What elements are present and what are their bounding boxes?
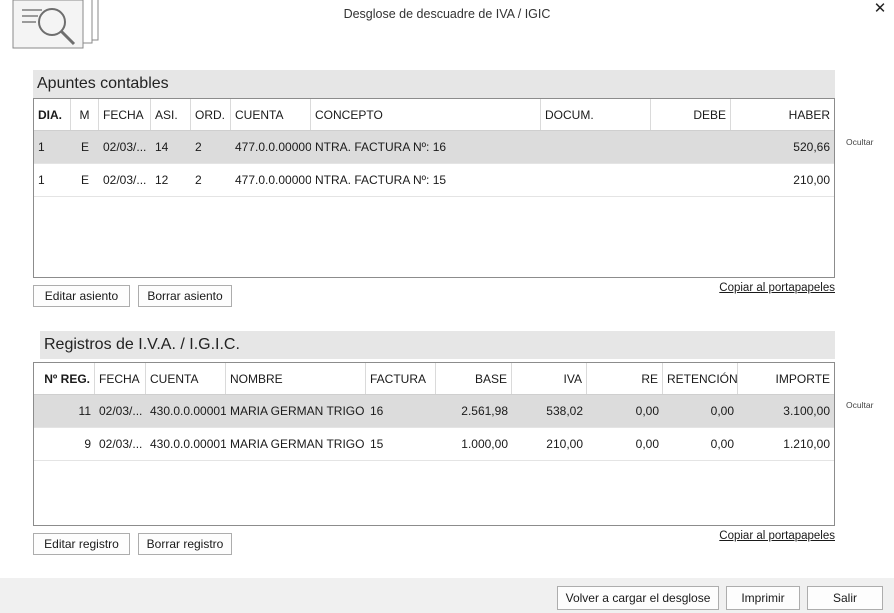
cell-retencion: 0,00 (710, 437, 734, 451)
cell-importe: 1.210,00 (783, 437, 830, 451)
cell-asi: 14 (155, 140, 169, 154)
cell-fecha: 02/03/... (103, 140, 147, 154)
apuntes-section-title: Apuntes contables (33, 70, 835, 98)
cell-retencion: 0,00 (710, 404, 734, 418)
cell-base: 1.000,00 (461, 437, 508, 451)
col-docum[interactable]: DOCUM. (541, 99, 651, 130)
col-factura[interactable]: FACTURA (366, 363, 436, 394)
cell-docum (541, 131, 651, 163)
window-title: Desglose de descuadre de IVA / IGIC (343, 7, 551, 21)
cell-importe: 3.100,00 (783, 404, 830, 418)
edit-asiento-button[interactable]: Editar asiento (33, 285, 130, 307)
cell-concepto: NTRA. FACTURA Nº: 15 (315, 173, 447, 187)
cell-ord: 2 (195, 140, 202, 154)
cell-m: E (80, 173, 89, 187)
table-row[interactable]: 9 02/03/... 430.0.0.00001 MARIA GERMAN T… (34, 428, 834, 461)
cell-iva: 538,02 (546, 404, 583, 418)
cell-asi: 12 (155, 173, 169, 187)
col-nombre[interactable]: NOMBRE (226, 363, 366, 394)
cell-factura: 15 (370, 437, 384, 451)
hide-registros-link[interactable]: Ocultar (846, 400, 873, 410)
cell-debe (651, 164, 731, 196)
cell-concepto: NTRA. FACTURA Nº: 16 (315, 140, 447, 154)
cell-iva: 210,00 (546, 437, 583, 451)
col-ord[interactable]: ORD. (191, 99, 231, 130)
cell-cuenta: 477.0.0.00000 (235, 140, 311, 154)
table-row[interactable]: 1 E 02/03/... 12 2 477.0.0.00000 NTRA. F… (34, 164, 834, 197)
col-debe[interactable]: DEBE (651, 99, 731, 130)
registros-table: Nº REG. FECHA CUENTA NOMBRE FACTURA BASE… (33, 362, 835, 526)
col-m[interactable]: M (71, 99, 99, 130)
cell-haber: 210,00 (793, 173, 830, 187)
cell-factura: 16 (370, 404, 384, 418)
cell-fecha: 02/03/... (99, 404, 143, 418)
cell-re: 0,00 (635, 437, 659, 451)
cell-m: E (80, 140, 89, 154)
col-cuenta[interactable]: CUENTA (146, 363, 226, 394)
cell-docum (541, 164, 651, 196)
col-asi[interactable]: ASI. (151, 99, 191, 130)
col-fecha[interactable]: FECHA (95, 363, 146, 394)
col-re[interactable]: RE (587, 363, 663, 394)
table-row[interactable]: 11 02/03/... 430.0.0.00001 MARIA GERMAN … (34, 395, 834, 428)
apuntes-header-row: DIA. M FECHA ASI. ORD. CUENTA CONCEPTO D… (34, 99, 834, 131)
col-concepto[interactable]: CONCEPTO (311, 99, 541, 130)
cell-ord: 2 (195, 173, 202, 187)
cell-debe (651, 131, 731, 163)
col-retencion[interactable]: RETENCIÓN (663, 363, 738, 394)
col-dia[interactable]: DIA. (34, 99, 71, 130)
cell-nreg: 11 (78, 404, 91, 418)
close-icon[interactable]: ✕ (872, 0, 888, 18)
reload-desglose-button[interactable]: Volver a cargar el desglose (557, 586, 719, 610)
cell-cuenta: 477.0.0.00000 (235, 173, 311, 187)
registros-section-title: Registros de I.V.A. / I.G.I.C. (40, 331, 835, 359)
registros-header-row: Nº REG. FECHA CUENTA NOMBRE FACTURA BASE… (34, 363, 834, 395)
cell-cuenta: 430.0.0.00001 (150, 404, 226, 418)
cell-nombre: MARIA GERMAN TRIGO (230, 404, 365, 418)
copy-apuntes-link[interactable]: Copiar al portapapeles (690, 282, 835, 294)
copy-registros-link[interactable]: Copiar al portapapeles (690, 530, 835, 542)
cell-haber: 520,66 (793, 140, 830, 154)
col-iva[interactable]: IVA (512, 363, 587, 394)
cell-dia: 1 (38, 173, 45, 187)
delete-asiento-button[interactable]: Borrar asiento (138, 285, 232, 307)
cell-cuenta: 430.0.0.00001 (150, 437, 226, 451)
cell-fecha: 02/03/... (103, 173, 147, 187)
col-base[interactable]: BASE (436, 363, 512, 394)
print-button[interactable]: Imprimir (726, 586, 800, 610)
apuntes-table: DIA. M FECHA ASI. ORD. CUENTA CONCEPTO D… (33, 98, 835, 278)
cell-base: 2.561,98 (461, 404, 508, 418)
col-nreg[interactable]: Nº REG. (34, 363, 95, 394)
cell-re: 0,00 (635, 404, 659, 418)
exit-button[interactable]: Salir (807, 586, 883, 610)
cell-nombre: MARIA GERMAN TRIGO (230, 437, 365, 451)
delete-registro-button[interactable]: Borrar registro (138, 533, 232, 555)
edit-registro-button[interactable]: Editar registro (33, 533, 130, 555)
col-fecha[interactable]: FECHA (99, 99, 151, 130)
table-row[interactable]: 1 E 02/03/... 14 2 477.0.0.00000 NTRA. F… (34, 131, 834, 164)
col-cuenta[interactable]: CUENTA (231, 99, 311, 130)
col-importe[interactable]: IMPORTE (738, 363, 834, 394)
col-haber[interactable]: HABER (731, 99, 834, 130)
cell-nreg: 9 (84, 437, 91, 451)
hide-apuntes-link[interactable]: Ocultar (846, 137, 873, 147)
cell-dia: 1 (38, 140, 45, 154)
cell-fecha: 02/03/... (99, 437, 143, 451)
